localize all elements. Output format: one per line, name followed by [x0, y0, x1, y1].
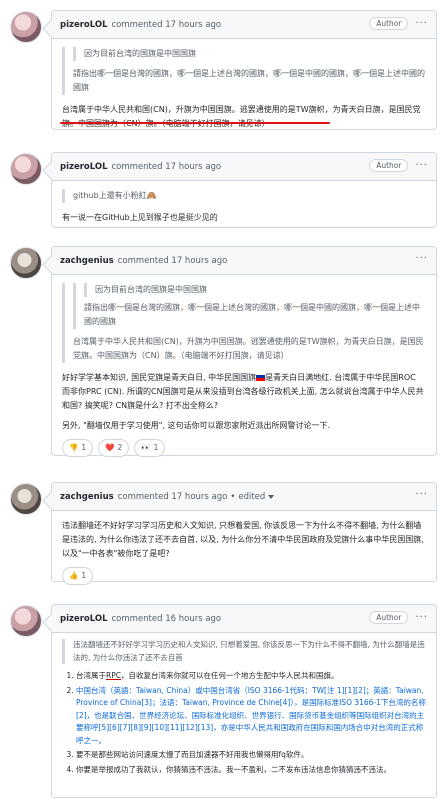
comment-card: zachgenius commented 17 hours ago • edit… — [42, 482, 437, 585]
comment-timestamp[interactable]: commented 17 hours ago — [112, 162, 222, 172]
comment-header: zachgenius commented 17 hours ago • edit… — [52, 483, 436, 511]
comment-header: pizeroLOL commented 16 hours ago Author … — [52, 605, 436, 633]
comment-body-paragraph: 好好学学基本知识, 国民党旗是青天白日, 中华民国国旗 是青天白日满地红. 台湾属… — [62, 371, 426, 413]
more-options-icon[interactable]: ··· — [415, 253, 428, 264]
reaction-thumbs-down[interactable]: 👎 1 — [62, 439, 94, 457]
list-item: 中国台湾（英語：Taiwan, China）或中国台湾省（ISO 3166-1代… — [76, 685, 426, 748]
quote-block: 因为目前台湾的国旗是中国国旗 請指出哪一個是台灣的國旗，哪一個是上述台灣的國旗，… — [62, 283, 426, 363]
avatar[interactable] — [10, 605, 42, 637]
comment-timestamp[interactable]: commented 16 hours ago — [112, 614, 222, 624]
reactions-bar: 👍 1 — [62, 567, 426, 585]
comment-author[interactable]: pizeroLOL — [60, 614, 108, 624]
comment-card: zachgenius commented 17 hours ago ··· 因为… — [42, 246, 437, 457]
author-badge: Author — [369, 159, 409, 172]
comment-timestamp[interactable]: commented 17 hours ago — [112, 20, 222, 30]
comment-author[interactable]: pizeroLOL — [60, 20, 108, 30]
wiki-link-text[interactable]: 中国台湾（英語：Taiwan, China）或中国台湾省（ISO 3166-1代… — [76, 686, 426, 745]
quote-text: 台湾属于中华人民共和国(CN)，升旗为中国国旗。逃罢通使用的是TW旗帜，为青天白… — [73, 337, 424, 360]
list-item: 台湾属于RPC，自收复台湾来你就可以在任何一个地方生配中华人民共和国旗。 — [76, 670, 426, 683]
numbered-list: 台湾属于RPC，自收复台湾来你就可以在任何一个地方生配中华人民共和国旗。 中国台… — [62, 670, 426, 776]
comment-author[interactable]: zachgenius — [60, 492, 114, 502]
list-item: 你要是举报成功了我就认，你猜猜违不违法。我一不盈利，二不发布违法信息你猜猜违不违… — [76, 764, 426, 777]
quote-block: 因为目前台湾的国旗是中国国旗 請指出哪一個是台灣的國旗，哪一個是上述台灣的國旗，… — [62, 47, 426, 95]
nested-quote-inner: 因为目前台湾的国旗是中国国旗 — [84, 283, 426, 297]
list-item: 要不是那些网站访问速度太慢了而且加速器不好用我也懒得用fq软件。 — [76, 749, 426, 762]
comment-card: pizeroLOL commented 17 hours ago Author … — [42, 10, 437, 130]
edited-indicator[interactable]: edited — [238, 492, 265, 502]
comment-body-paragraph: 另外, "翻墙仅用于学习使用", 这句话你可以跟您家附近派出所网警讨论一下. — [62, 421, 331, 430]
comment-timestamp[interactable]: commented 17 hours ago — [118, 492, 228, 502]
quote-block: 违法翻墙还不好好学习学习历史和人文知识, 只想着爱国, 你该反思一下为什么不得不… — [62, 639, 426, 664]
comment-header: pizeroLOL commented 17 hours ago Author … — [52, 11, 436, 39]
reactions-bar: 👎 1 ❤️ 2 👀 1 — [62, 439, 426, 457]
quote-block: github上還有小粉紅🙈 — [62, 189, 426, 203]
author-badge: Author — [369, 611, 409, 624]
author-badge: Author — [369, 17, 409, 30]
more-options-icon[interactable]: ··· — [415, 160, 428, 171]
chevron-down-icon[interactable] — [268, 494, 275, 499]
comment-author[interactable]: zachgenius — [60, 256, 114, 266]
comment-body: 有一说一在GitHub上见到猴子也是挺少见的 — [62, 213, 218, 222]
comment-header: zachgenius commented 17 hours ago ··· — [52, 247, 436, 275]
reaction-thumbs-up[interactable]: 👍 1 — [62, 567, 94, 585]
more-options-icon[interactable]: ··· — [415, 489, 428, 500]
quote-text: 請指出哪一個是台灣的國旗，哪一個是上述台灣的國旗，哪一個是中國的國旗，哪一個是上… — [73, 69, 425, 92]
underlined-text: RPC — [106, 671, 121, 680]
nested-quote-text: 請指出哪一個是台灣的國旗，哪一個是上述台灣的國旗，哪一個是中國的國旗，哪一個是上… — [84, 303, 420, 326]
reaction-laugh[interactable]: 👀 1 — [134, 439, 166, 457]
more-options-icon[interactable]: ··· — [415, 612, 428, 623]
comment-timestamp[interactable]: commented 17 hours ago — [118, 256, 228, 266]
avatar[interactable] — [10, 153, 42, 185]
comment-card: pizeroLOL commented 17 hours ago Author … — [42, 152, 437, 228]
more-options-icon[interactable]: ··· — [415, 18, 428, 29]
comment-header: pizeroLOL commented 17 hours ago Author … — [52, 153, 436, 181]
avatar[interactable] — [10, 483, 42, 515]
reaction-heart[interactable]: ❤️ 2 — [98, 439, 130, 457]
comment-card: pizeroLOL commented 16 hours ago Author … — [42, 604, 437, 798]
nested-quote: 因为目前台湾的国旗是中国国旗 — [73, 47, 426, 61]
comment-author[interactable]: pizeroLOL — [60, 162, 108, 172]
comment-body: 台湾属于中华人民共和国(CN)，升旗为中国国旗。逃罢通使用的是TW旗帜，为青天白… — [62, 105, 421, 128]
nested-quote: 因为目前台湾的国旗是中国国旗 請指出哪一個是台灣的國旗，哪一個是上述台灣的國旗，… — [73, 283, 426, 329]
comment-body: 违法翻墙还不好好学习学习历史和人文知识, 只想着爱国, 你该反思一下为什么不得不… — [62, 521, 424, 558]
annotation-underline — [60, 122, 330, 124]
avatar[interactable] — [10, 11, 42, 43]
roc-flag-icon — [256, 374, 266, 381]
body-text: 好好学学基本知识, 国民党旗是青天白日, 中华民国国旗 — [62, 373, 257, 382]
avatar[interactable] — [10, 247, 42, 279]
